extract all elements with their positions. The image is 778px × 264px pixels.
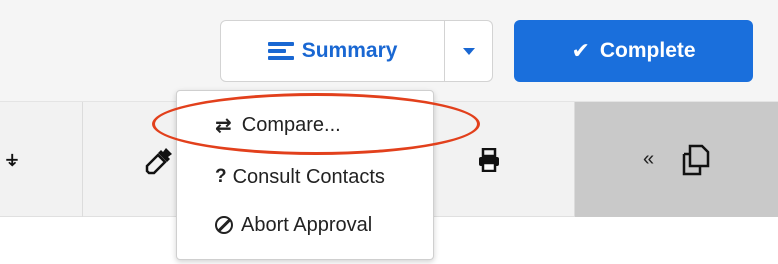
toolbar-cell-clipboard[interactable]: ⍖ — [0, 102, 82, 217]
copy-icon[interactable] — [680, 144, 710, 176]
chevron-down-icon — [462, 47, 475, 55]
menu-item-consult-contacts[interactable]: ? Consult Contacts — [177, 155, 471, 199]
toolbar-cell-collapse[interactable]: « — [574, 102, 778, 217]
complete-label: Complete — [599, 39, 696, 62]
menu-item-compare-label: Compare... — [241, 113, 341, 136]
eyedropper-icon — [145, 147, 172, 174]
summary-dropdown-toggle[interactable] — [445, 20, 493, 82]
summary-dropdown-menu: ⇄ Compare... ? Consult Contacts Abort Ap… — [176, 90, 434, 260]
summary-split-button: Summary — [220, 20, 493, 82]
swap-arrows-icon: ⇄ — [215, 114, 232, 137]
clipboard-icon: ⍖ — [4, 143, 20, 174]
menu-item-abort-approval[interactable]: Abort Approval — [177, 203, 471, 247]
collapse-icon[interactable]: « — [643, 148, 654, 171]
summary-list-icon — [267, 42, 294, 60]
summary-button[interactable]: Summary — [220, 20, 446, 82]
summary-label: Summary — [301, 39, 398, 62]
question-icon: ? — [215, 166, 227, 187]
toolbar-cell-eyedropper[interactable] — [82, 102, 182, 217]
menu-item-consult-label: Consult Contacts — [232, 165, 385, 188]
top-bar: Summary ✔ Complete — [0, 0, 778, 102]
complete-button[interactable]: ✔ Complete — [514, 20, 753, 82]
menu-item-abort-label: Abort Approval — [241, 213, 373, 236]
checkmark-icon: ✔ — [571, 38, 590, 63]
prohibited-icon — [215, 216, 233, 234]
menu-item-compare[interactable]: ⇄ Compare... — [177, 103, 471, 147]
print-icon — [479, 147, 499, 172]
